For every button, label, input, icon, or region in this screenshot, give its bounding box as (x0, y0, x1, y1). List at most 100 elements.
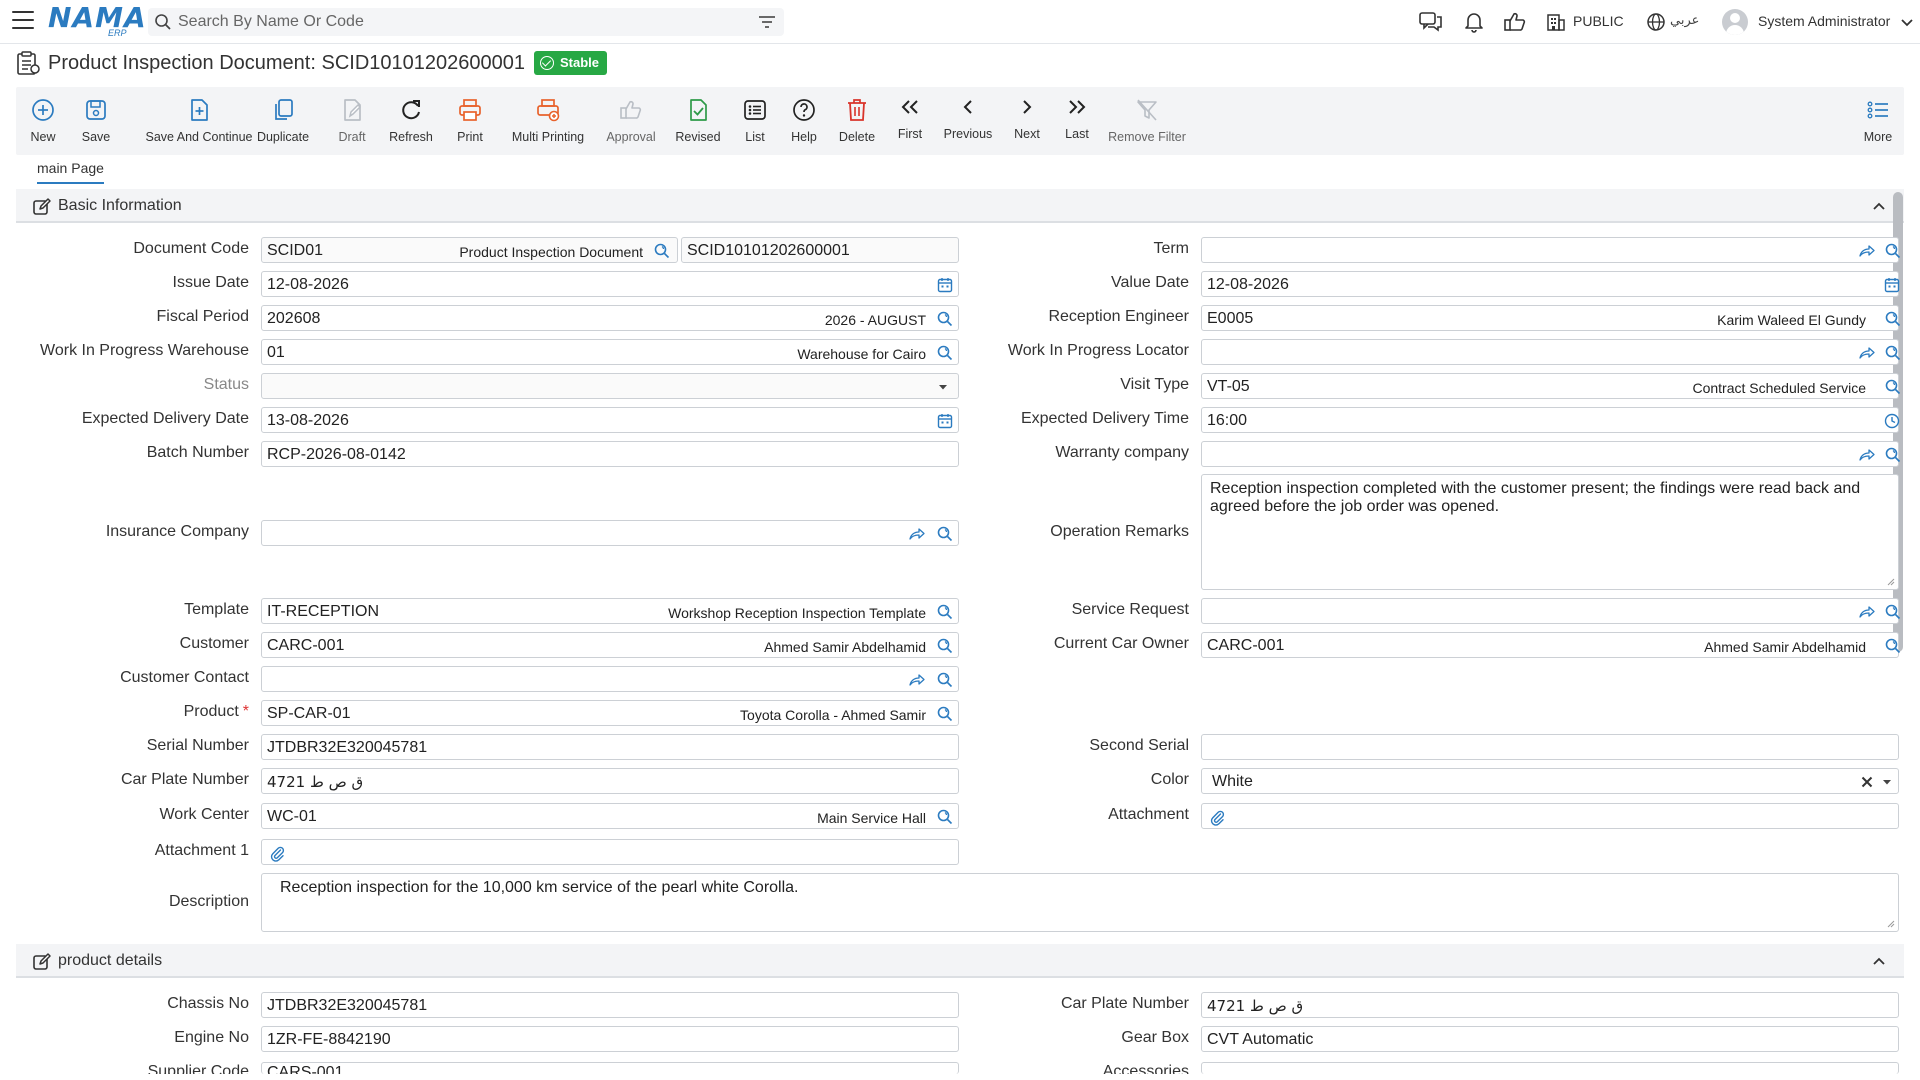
more-button[interactable]: More (1856, 87, 1900, 155)
template-field[interactable]: IT-RECEPTION Workshop Reception Inspecti… (261, 598, 959, 624)
chat-icon[interactable] (1418, 10, 1444, 34)
lookup-search-icon[interactable] (1884, 310, 1902, 328)
calendar-icon[interactable] (936, 276, 954, 294)
multi-printing-button[interactable]: Multi Printing (500, 87, 596, 155)
value-date-field[interactable]: 12-08-2026 (1201, 271, 1899, 297)
section-basic-information[interactable]: Basic Information (16, 189, 1904, 223)
nama-erp-logo[interactable]: NAMA ERP (48, 4, 146, 39)
supplier-code-field[interactable]: CARS-001 (261, 1062, 959, 1074)
calendar-icon[interactable] (1883, 276, 1901, 294)
chassis-no-field[interactable]: JTDBR32E320045781 (261, 992, 959, 1018)
company-building-icon[interactable] (1545, 10, 1567, 34)
product-car-plate-field[interactable]: 4721 ق ص ط (1201, 992, 1899, 1018)
fiscal-period-field[interactable]: 202608 2026 - AUGUST (261, 305, 959, 331)
notification-bell-icon[interactable] (1461, 10, 1487, 34)
resize-grip-icon[interactable] (1887, 578, 1895, 586)
paperclip-icon[interactable] (1208, 808, 1226, 826)
section-product-details[interactable]: product details (16, 944, 1904, 978)
list-button[interactable]: List (732, 87, 778, 155)
language-switch[interactable]: عربي (1670, 13, 1699, 28)
share-link-icon[interactable] (1858, 344, 1876, 362)
car-plate-number-field[interactable]: 4721 ق ص ط (261, 768, 959, 794)
accessories-field[interactable] (1201, 1062, 1899, 1074)
lookup-search-icon[interactable] (1884, 603, 1902, 621)
chevron-up-icon[interactable] (1872, 954, 1886, 968)
resize-grip-icon[interactable] (1887, 920, 1895, 928)
first-record-button[interactable]: First (888, 87, 932, 155)
save-button[interactable]: Save (72, 87, 120, 155)
share-link-icon[interactable] (1858, 603, 1876, 621)
visit-type-field[interactable]: VT-05 Contract Scheduled Service (1201, 373, 1899, 399)
expected-delivery-date-field[interactable]: 13-08-2026 (261, 407, 959, 433)
current-car-owner-field[interactable]: CARC-001 Ahmed Samir Abdelhamid (1201, 632, 1899, 658)
document-code-field[interactable]: SCID01 Product Inspection Document (261, 237, 678, 263)
tab-main-page[interactable]: main Page (37, 160, 104, 184)
second-serial-field[interactable] (1201, 734, 1899, 760)
work-center-field[interactable]: WC-01 Main Service Hall (261, 803, 959, 829)
lookup-search-icon[interactable] (1884, 242, 1902, 260)
document-number-field[interactable]: SCID10101202600001 (681, 237, 959, 263)
hamburger-menu-icon[interactable] (12, 11, 34, 31)
lookup-search-icon[interactable] (936, 344, 954, 362)
dropdown-caret-icon[interactable] (1878, 773, 1896, 791)
insurance-company-field[interactable] (261, 520, 959, 546)
calendar-icon[interactable] (936, 412, 954, 430)
engine-no-field[interactable]: 1ZR-FE-8842190 (261, 1026, 959, 1052)
batch-number-field[interactable]: RCP-2026-08-0142 (261, 441, 959, 467)
delete-button[interactable]: Delete (830, 87, 884, 155)
revised-button[interactable]: Revised (666, 87, 730, 155)
color-select[interactable]: White (1201, 768, 1899, 794)
user-name[interactable]: System Administrator (1758, 13, 1890, 29)
status-select[interactable] (261, 373, 959, 399)
globe-icon[interactable] (1645, 10, 1667, 34)
lookup-search-icon[interactable] (1884, 637, 1902, 655)
chevron-down-icon[interactable] (1899, 10, 1915, 34)
lookup-search-icon[interactable] (1884, 446, 1902, 464)
last-record-button[interactable]: Last (1054, 87, 1100, 155)
lookup-search-icon[interactable] (936, 603, 954, 621)
clock-icon[interactable] (1883, 412, 1901, 430)
branch-label[interactable]: PUBLIC (1573, 13, 1624, 29)
user-avatar[interactable] (1722, 9, 1748, 35)
wip-warehouse-field[interactable]: 01 Warehouse for Cairo (261, 339, 959, 365)
remove-filter-button[interactable]: Remove Filter (1102, 87, 1192, 155)
help-button[interactable]: Help (780, 87, 828, 155)
lookup-search-icon[interactable] (936, 808, 954, 826)
search-input[interactable] (178, 12, 738, 32)
draft-button[interactable]: Draft (326, 87, 378, 155)
customer-field[interactable]: CARC-001 Ahmed Samir Abdelhamid (261, 632, 959, 658)
next-record-button[interactable]: Next (1004, 87, 1050, 155)
thumbs-up-icon[interactable] (1502, 10, 1528, 34)
product-field[interactable]: SP-CAR-01 Toyota Corolla - Ahmed Samir (261, 700, 959, 726)
warranty-company-field[interactable] (1201, 441, 1899, 467)
chevron-up-icon[interactable] (1872, 199, 1886, 213)
lookup-search-icon[interactable] (1884, 378, 1902, 396)
lookup-search-icon[interactable] (653, 242, 671, 260)
serial-number-field[interactable]: JTDBR32E320045781 (261, 734, 959, 760)
share-link-icon[interactable] (908, 525, 926, 543)
share-link-icon[interactable] (908, 671, 926, 689)
wip-locator-field[interactable] (1201, 339, 1899, 365)
lookup-search-icon[interactable] (936, 637, 954, 655)
customer-contact-field[interactable] (261, 666, 959, 692)
new-button[interactable]: New (16, 87, 70, 155)
reception-engineer-field[interactable]: E0005 Karim Waleed El Gundy (1201, 305, 1899, 331)
clear-x-icon[interactable] (1858, 773, 1876, 791)
refresh-button[interactable]: Refresh (380, 87, 442, 155)
paperclip-icon[interactable] (268, 844, 286, 862)
attachment-1-field[interactable] (261, 839, 959, 865)
previous-record-button[interactable]: Previous (936, 87, 1000, 155)
lookup-search-icon[interactable] (936, 705, 954, 723)
print-button[interactable]: Print (444, 87, 496, 155)
service-request-field[interactable] (1201, 598, 1899, 624)
filter-icon[interactable] (758, 14, 776, 30)
term-field[interactable] (1201, 237, 1899, 263)
expected-delivery-time-field[interactable]: 16:00 (1201, 407, 1899, 433)
lookup-search-icon[interactable] (936, 310, 954, 328)
share-link-icon[interactable] (1858, 242, 1876, 260)
share-link-icon[interactable] (1858, 446, 1876, 464)
gear-box-field[interactable]: CVT Automatic (1201, 1026, 1899, 1052)
duplicate-button[interactable]: Duplicate (242, 87, 324, 155)
dropdown-caret-icon[interactable] (934, 378, 952, 396)
description-textarea[interactable]: Reception inspection for the 10,000 km s… (261, 873, 1899, 932)
